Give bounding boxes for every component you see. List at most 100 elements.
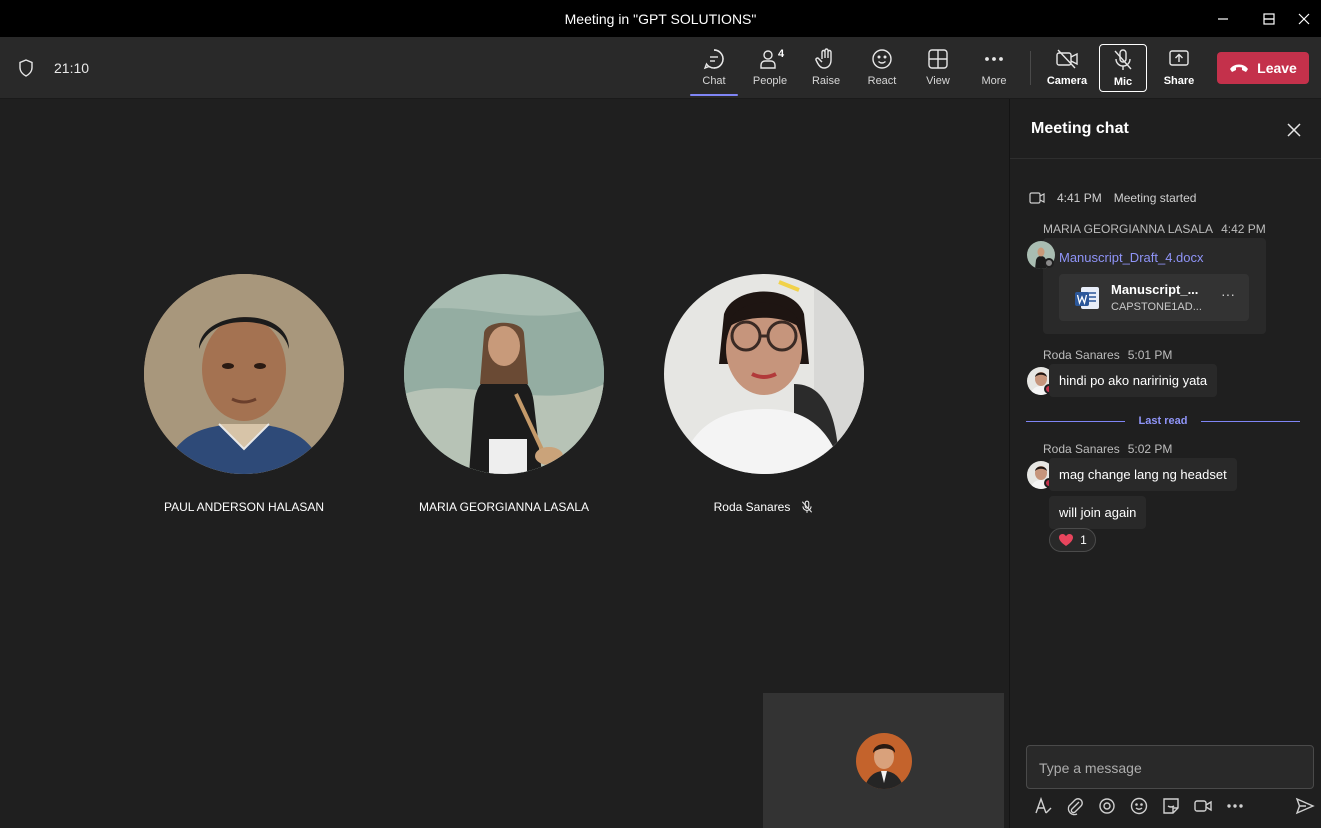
chat-message: hindi po ako naririnig yata <box>1049 364 1218 397</box>
file-name: Manuscript_... <box>1111 282 1199 297</box>
file-more-icon[interactable]: ··· <box>1221 286 1235 302</box>
video-stage: PAUL ANDERSON HALASAN MARIA GEORGIANNA L… <box>0 99 1009 828</box>
camera-button[interactable]: Camera <box>1041 47 1093 91</box>
title-bar: Meeting in "GPT SOLUTIONS" <box>0 0 1321 37</box>
attach-button[interactable] <box>1064 795 1086 817</box>
more-icon <box>1227 804 1243 808</box>
chat-label: Chat <box>702 75 726 87</box>
send-icon <box>1295 797 1315 815</box>
file-attachment-card[interactable]: Manuscript_... CAPSTONE1AD... ··· <box>1059 274 1249 321</box>
avatar <box>144 274 344 474</box>
message-sender-line: Roda Sanares 5:02 PM <box>1043 442 1173 456</box>
emoji-button[interactable] <box>1128 795 1150 817</box>
chat-icon <box>703 49 724 70</box>
participant-name: Roda Sanares <box>714 500 815 514</box>
raise-hand-button[interactable]: Raise <box>800 47 852 91</box>
people-count: 4 <box>778 48 785 60</box>
system-text: Meeting started <box>1113 191 1197 205</box>
more-icon <box>985 57 1003 61</box>
meeting-chat-panel: Meeting chat 4:41 PM Meeting started MAR… <box>1009 99 1321 828</box>
grid-view-icon <box>928 49 948 69</box>
emoji-icon <box>1130 797 1148 815</box>
participant-tile[interactable]: PAUL ANDERSON HALASAN <box>134 274 354 514</box>
message-sender-line: MARIA GEORGIANNA LASALA 4:42 PM <box>1043 222 1266 236</box>
compose-toolbar <box>1030 795 1320 819</box>
participant-tile[interactable]: Roda Sanares <box>654 274 874 514</box>
toolbar-divider <box>1030 51 1031 85</box>
chat-button[interactable]: Chat <box>688 47 740 96</box>
camera-label: Camera <box>1046 75 1088 87</box>
smiley-icon <box>872 49 892 69</box>
close-icon <box>1287 123 1301 137</box>
hang-up-icon <box>1230 64 1249 72</box>
share-label: Share <box>1163 75 1195 87</box>
avatar <box>855 732 912 789</box>
leave-label: Leave <box>1257 60 1297 76</box>
loop-button[interactable] <box>1096 795 1118 817</box>
close-chat-button[interactable] <box>1287 123 1301 142</box>
chat-message: will join again <box>1049 496 1147 529</box>
window-title: Meeting in "GPT SOLUTIONS" <box>564 10 757 27</box>
file-location: CAPSTONE1AD... <box>1111 301 1202 313</box>
file-message: Manuscript_Draft_4.docx Manuscript_... C… <box>1043 238 1266 334</box>
mic-button[interactable]: Mic <box>1099 44 1147 92</box>
raise-label: Raise <box>811 75 841 87</box>
maximize-icon <box>1263 12 1275 25</box>
close-window-button[interactable] <box>1287 0 1321 37</box>
maximize-button[interactable] <box>1246 0 1292 37</box>
avatar <box>664 274 864 474</box>
message-input[interactable]: Type a message <box>1026 745 1314 789</box>
more-label: More <box>981 75 1007 87</box>
participant-tile[interactable]: MARIA GEORGIANNA LASALA <box>394 274 614 514</box>
meet-now-button[interactable] <box>1192 795 1214 817</box>
format-text-icon <box>1035 796 1052 814</box>
hand-icon <box>815 48 832 69</box>
mic-label: Mic <box>1113 76 1133 88</box>
video-camera-icon <box>1029 192 1045 204</box>
view-button[interactable]: View <box>912 47 964 91</box>
more-options-button[interactable] <box>1224 795 1246 817</box>
format-button[interactable] <box>1032 795 1054 817</box>
reaction-pill[interactable]: 1 <box>1049 528 1096 552</box>
more-button[interactable]: More <box>968 47 1020 91</box>
leave-button[interactable]: Leave <box>1217 52 1309 84</box>
system-message: 4:41 PM Meeting started <box>1029 191 1196 205</box>
minimize-icon <box>1218 17 1228 20</box>
avatar <box>404 274 604 474</box>
people-label: People <box>752 75 788 87</box>
minimize-button[interactable] <box>1200 0 1246 37</box>
chat-header: Meeting chat <box>1010 99 1321 159</box>
system-time: 4:41 PM <box>1057 191 1102 205</box>
close-icon <box>1298 13 1310 24</box>
reaction-count: 1 <box>1080 533 1087 547</box>
shield-icon <box>19 59 33 77</box>
view-label: View <box>926 75 950 87</box>
participant-name: PAUL ANDERSON HALASAN <box>163 500 325 514</box>
file-link[interactable]: Manuscript_Draft_4.docx <box>1059 250 1204 265</box>
chat-title: Meeting chat <box>1031 119 1129 137</box>
share-screen-icon <box>1169 50 1189 66</box>
loop-icon <box>1099 798 1115 814</box>
mic-off-icon <box>1114 49 1132 70</box>
muted-mic-icon <box>802 500 813 513</box>
last-read-divider: Last read <box>1026 415 1301 427</box>
message-sender-line: Roda Sanares 5:01 PM <box>1043 348 1173 362</box>
send-button[interactable] <box>1294 795 1316 817</box>
react-label: React <box>867 75 897 87</box>
meeting-toolbar: 21:10 Chat 4 People Raise React View Mor… <box>0 37 1321 99</box>
sticker-button[interactable] <box>1160 795 1182 817</box>
participant-name: MARIA GEORGIANNA LASALA <box>418 500 590 514</box>
camera-off-icon <box>1056 49 1078 69</box>
people-button[interactable]: 4 People <box>744 47 796 91</box>
share-button[interactable]: Share <box>1153 47 1205 91</box>
video-call-icon <box>1194 800 1212 812</box>
last-read-label: Last read <box>1138 415 1188 427</box>
chat-message: mag change lang ng headset <box>1049 458 1237 491</box>
heart-icon <box>1059 534 1074 546</box>
presence-badge <box>1044 258 1054 268</box>
paperclip-icon <box>1067 798 1083 816</box>
sticker-icon <box>1163 798 1179 814</box>
word-document-icon <box>1075 287 1099 309</box>
react-button[interactable]: React <box>856 47 908 91</box>
self-view-tile[interactable] <box>763 693 1004 828</box>
